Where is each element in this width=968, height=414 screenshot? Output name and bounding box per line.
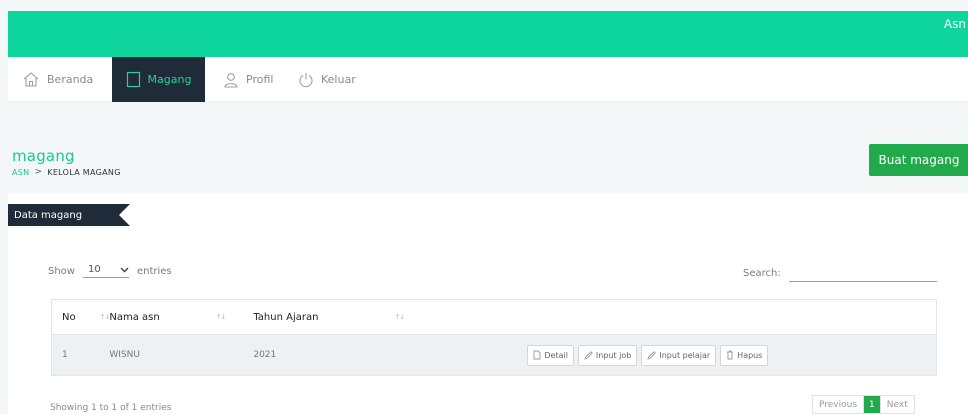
document-icon: [533, 350, 541, 360]
cell-nama: WISNU: [109, 334, 254, 376]
data-table: No ↑↓ Nama asn ↑↓ Tahun Ajaran ↑↓ 1 WISNU 2…: [51, 299, 937, 376]
sort-icon: ↑↓: [215, 313, 227, 321]
page-title: magang: [12, 147, 75, 165]
cell-no: 1: [51, 334, 110, 376]
table-row: 1 WISNU 2021 Detail Input job Input pela…: [51, 334, 937, 376]
cell-tahun: 2021: [253, 334, 422, 376]
breadcrumb-separator: >: [34, 167, 43, 177]
cell-actions: Detail Input job Input pelajar Hapus: [421, 334, 937, 376]
sort-icon: ↑↓: [394, 313, 405, 321]
nav-item-magang[interactable]: Magang: [112, 57, 205, 102]
pagination: Previous 1 Next: [812, 395, 915, 414]
column-header-tahun[interactable]: Tahun Ajaran ↑↓: [253, 299, 422, 335]
home-icon: [23, 72, 39, 87]
pencil-icon: [647, 350, 657, 360]
column-header-nama[interactable]: Nama asn ↑↓: [109, 299, 254, 335]
input-job-button[interactable]: Input job: [577, 344, 638, 366]
table-header-row: No ↑↓ Nama asn ↑↓ Tahun Ajaran ↑↓: [51, 299, 937, 335]
breadcrumb-root[interactable]: ASN: [12, 168, 29, 177]
search-label: Search:: [743, 268, 781, 279]
page: Asn Beranda Magang Profil Keluar magang …: [8, 11, 968, 414]
input-pelajar-button[interactable]: Input pelajar: [641, 344, 717, 366]
previous-page-button[interactable]: Previous: [813, 396, 865, 413]
nav-item-profil[interactable]: Profil: [223, 57, 273, 102]
nav-label-profil: Profil: [246, 73, 274, 86]
search-input[interactable]: [789, 265, 937, 282]
entries-select[interactable]: 10: [82, 264, 129, 278]
nav-label-magang: Magang: [147, 73, 192, 86]
data-card: Data magang Show 10 entries Search: No ↑↓: [8, 193, 968, 414]
nav-label-beranda: Beranda: [47, 73, 94, 86]
main-nav: Beranda Magang Profil Keluar: [8, 57, 968, 102]
page-button-current[interactable]: 1: [864, 396, 880, 413]
detail-button[interactable]: Detail: [527, 344, 574, 366]
user-icon: [224, 72, 238, 88]
nav-label-keluar: Keluar: [321, 73, 356, 86]
length-show-label: Show: [48, 265, 75, 277]
sort-icon: ↑↓: [99, 313, 111, 321]
hapus-button[interactable]: Hapus: [720, 344, 769, 366]
breadcrumb: ASN > KELOLA MAGANG: [12, 167, 121, 177]
nav-item-beranda[interactable]: Beranda: [16, 57, 99, 102]
trash-icon: [727, 350, 734, 360]
entries-select-value: 10: [87, 264, 101, 275]
top-bar: Asn: [8, 11, 968, 57]
entries-length-control: Show 10 entries: [48, 264, 172, 278]
power-icon: [299, 72, 313, 87]
create-magang-button[interactable]: Buat magang: [869, 144, 968, 176]
column-header-no[interactable]: No ↑↓: [51, 299, 111, 335]
breadcrumb-current: KELOLA MAGANG: [47, 167, 121, 177]
chevron-down-icon: [120, 267, 129, 272]
nav-item-keluar[interactable]: Keluar: [298, 57, 356, 102]
length-entries-label: entries: [136, 265, 172, 277]
pencil-icon: [584, 350, 593, 360]
column-header-actions: [421, 299, 937, 335]
table-info: Showing 1 to 1 of 1 entries: [50, 403, 172, 413]
book-icon: [126, 71, 140, 88]
user-menu[interactable]: Asn: [944, 17, 966, 31]
card-tab: Data magang: [8, 204, 130, 226]
next-page-button[interactable]: Next: [879, 396, 914, 413]
